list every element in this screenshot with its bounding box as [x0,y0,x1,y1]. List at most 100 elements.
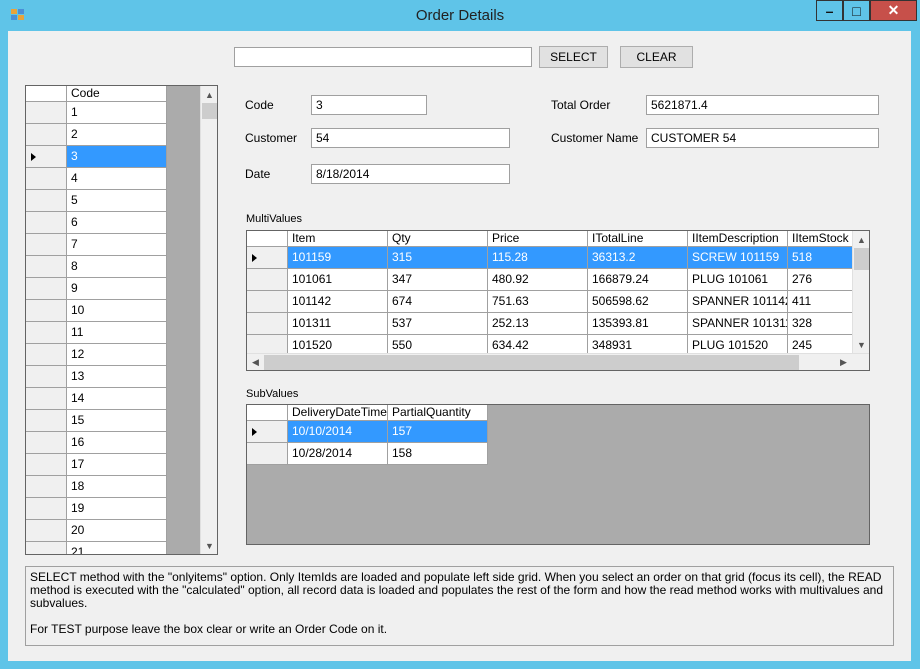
multivalues-column-header[interactable]: Qty [388,231,488,247]
subvalues-row-header[interactable] [247,421,288,443]
scroll-down-icon[interactable]: ▼ [201,537,217,554]
code-cell[interactable]: 21 [67,542,167,554]
total-order-field[interactable] [646,95,879,115]
code-cell[interactable]: 1 [67,102,167,124]
code-cell[interactable]: 10 [67,300,167,322]
multivalues-row-header[interactable] [247,313,288,335]
code-cell[interactable]: 2 [67,124,167,146]
code-cell[interactable]: 17 [67,454,167,476]
subvalues-grid[interactable]: DeliveryDateTime PartialQuantity 10/10/201… [246,404,870,545]
multivalues-cell[interactable]: 518 [788,247,854,269]
title-bar[interactable]: Order Details – □ ✕ [0,0,920,30]
subvalues-cell[interactable]: 10/10/2014 [288,421,388,443]
scroll-up-icon[interactable]: ▲ [201,86,217,103]
code-cell[interactable]: 13 [67,366,167,388]
multivalues-horizontal-scrollbar[interactable]: ◀ ▶ [247,353,869,370]
row-header[interactable] [26,102,67,124]
multivalues-cell[interactable]: 101159 [288,247,388,269]
multivalues-cell[interactable]: 276 [788,269,854,291]
row-header[interactable] [26,388,67,410]
row-header[interactable] [26,322,67,344]
multivalues-cell[interactable]: 537 [388,313,488,335]
code-column-header[interactable]: Code [67,86,167,102]
date-field[interactable] [311,164,510,184]
code-cell[interactable]: 11 [67,322,167,344]
minimize-button[interactable]: – [816,0,843,21]
multivalues-cell[interactable]: SCREW 101159 [688,247,788,269]
multivalues-cell[interactable]: 751.63 [488,291,588,313]
multivalues-column-header[interactable]: IItemDescription [688,231,788,247]
multivalues-cell[interactable]: 36313.2 [588,247,688,269]
multivalues-row-header[interactable] [247,291,288,313]
row-header[interactable] [26,432,67,454]
code-field[interactable] [311,95,427,115]
row-header[interactable] [26,278,67,300]
multivalues-cell[interactable]: 101061 [288,269,388,291]
code-cell[interactable]: 5 [67,190,167,212]
row-header[interactable] [26,454,67,476]
scroll-down-icon[interactable]: ▼ [853,336,869,353]
multivalues-cell[interactable]: 315 [388,247,488,269]
multivalues-cell[interactable]: SPANNER 101311 [688,313,788,335]
codes-grid-vertical-scrollbar[interactable]: ▲ ▼ [200,86,217,554]
row-header[interactable] [26,168,67,190]
multivalues-cell[interactable]: 135393.81 [588,313,688,335]
subvalues-column-header[interactable]: PartialQuantity [388,405,488,421]
row-header[interactable] [26,410,67,432]
multivalues-cell[interactable]: 115.28 [488,247,588,269]
maximize-button[interactable]: □ [843,0,870,21]
row-header[interactable] [26,542,67,554]
code-cell[interactable]: 8 [67,256,167,278]
scroll-right-icon[interactable]: ▶ [835,354,852,370]
multivalues-row-header[interactable] [247,247,288,269]
row-header[interactable] [26,212,67,234]
code-cell[interactable]: 7 [67,234,167,256]
code-cell[interactable]: 14 [67,388,167,410]
order-codes-grid[interactable]: Code 1 2 3 4 5 6 7 8 9 10 11 12 13 14 15 16 17 18 19 20 21 ▲… [25,85,218,555]
scroll-up-icon[interactable]: ▲ [853,231,869,248]
multivalues-column-header[interactable]: IItemStock [788,231,854,247]
code-cell[interactable]: 18 [67,476,167,498]
multivalues-cell[interactable]: 480.92 [488,269,588,291]
code-cell[interactable]: 16 [67,432,167,454]
multivalues-cell[interactable]: 252.13 [488,313,588,335]
row-header[interactable] [26,300,67,322]
multivalues-cell[interactable]: 166879.24 [588,269,688,291]
multivalues-cell[interactable]: 506598.62 [588,291,688,313]
multivalues-column-header[interactable]: Item [288,231,388,247]
order-code-search-input[interactable] [234,47,532,67]
row-header[interactable] [26,366,67,388]
row-header[interactable] [26,146,67,168]
multivalues-cell[interactable]: 328 [788,313,854,335]
select-button[interactable]: SELECT [539,46,608,68]
customer-name-field[interactable] [646,128,879,148]
multivalues-cell[interactable]: 101311 [288,313,388,335]
code-cell[interactable]: 6 [67,212,167,234]
row-header[interactable] [26,256,67,278]
row-header[interactable] [26,190,67,212]
code-cell[interactable]: 19 [67,498,167,520]
row-header[interactable] [26,476,67,498]
code-cell[interactable]: 9 [67,278,167,300]
customer-field[interactable] [311,128,510,148]
multivalues-column-header[interactable]: ITotalLine [588,231,688,247]
code-cell[interactable]: 4 [67,168,167,190]
multivalues-column-header[interactable]: Price [488,231,588,247]
subvalues-cell[interactable]: 10/28/2014 [288,443,388,465]
multivalues-cell[interactable]: PLUG 101061 [688,269,788,291]
multivalues-vertical-scrollbar[interactable]: ▲ ▼ [852,231,869,353]
row-header[interactable] [26,234,67,256]
row-header[interactable] [26,520,67,542]
code-cell[interactable]: 20 [67,520,167,542]
scrollbar-thumb[interactable] [202,103,217,119]
scrollbar-thumb[interactable] [264,355,799,370]
multivalues-row-header[interactable] [247,269,288,291]
multivalues-cell[interactable]: 674 [388,291,488,313]
close-button[interactable]: ✕ [870,0,917,21]
row-header[interactable] [26,344,67,366]
code-cell[interactable]: 3 [67,146,167,168]
scrollbar-thumb[interactable] [854,248,869,270]
clear-button[interactable]: CLEAR [620,46,693,68]
subvalues-cell[interactable]: 158 [388,443,488,465]
multivalues-cell[interactable]: 411 [788,291,854,313]
